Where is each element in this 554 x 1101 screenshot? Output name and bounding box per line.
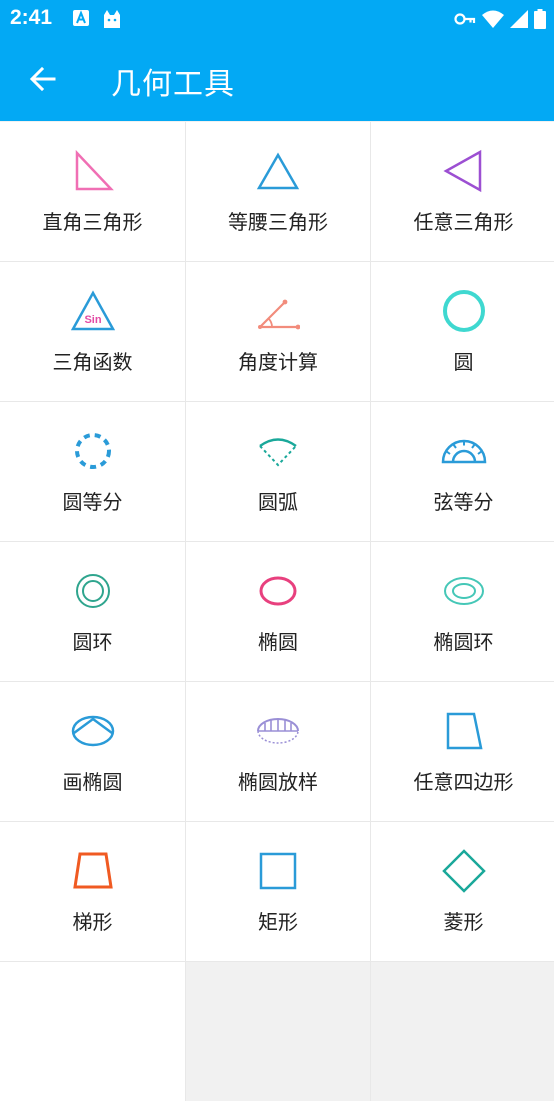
tool-label: 任意三角形 [413,210,514,234]
wifi-icon [482,10,504,28]
tool-angle-calculation[interactable]: 角度计算 [186,262,370,401]
sin-icon-text: Sin [84,314,101,326]
square-icon [259,852,297,890]
tool-label: 弦等分 [433,490,494,514]
tool-rectangle[interactable]: 矩形 [186,822,370,961]
sin-triangle-icon: Sin [70,290,115,331]
ring-icon [75,574,110,608]
grid-filler [371,962,554,1101]
tool-trapezoid[interactable]: 梯形 [0,822,185,961]
tool-isosceles-triangle[interactable]: 等腰三角形 [186,122,370,261]
angle-icon [258,299,300,330]
rhombus-icon [441,849,486,893]
tool-arbitrary-triangle[interactable]: 任意三角形 [371,122,554,261]
tool-arc[interactable]: 圆弧 [186,402,370,541]
status-time: 2:41 [10,6,53,29]
tool-ellipse[interactable]: 椭圆 [186,542,370,681]
tool-annulus[interactable]: 圆环 [0,542,185,681]
tool-label: 矩形 [258,910,298,934]
tool-label: 角度计算 [238,350,318,374]
tool-chord-division[interactable]: 弦等分 [371,402,554,541]
page-title: 几何工具 [111,67,235,102]
protractor-icon [441,439,486,464]
isosceles-triangle-icon [256,152,300,190]
tool-circle[interactable]: 圆 [371,262,554,401]
ellipse-ring-icon [443,577,484,605]
tool-label: 菱形 [443,910,484,934]
vpn-key-icon [454,13,476,25]
tool-label: 三角函数 [52,350,133,374]
tool-label: 圆环 [72,630,113,654]
tool-label: 圆 [453,350,474,374]
cat-notification-icon [104,10,120,28]
tool-trig-functions[interactable]: Sin 三角函数 [0,262,185,401]
ellipse-icon [259,576,297,606]
draw-ellipse-icon [71,715,114,747]
status-left-icons [72,9,122,29]
tool-label: 直角三角形 [42,210,143,234]
grid-filler [186,962,370,1101]
cellular-icon [510,10,528,28]
tool-label: 任意四边形 [413,770,514,794]
tool-circle-division[interactable]: 圆等分 [0,402,185,541]
tool-right-triangle[interactable]: 直角三角形 [0,122,185,261]
quadrilateral-icon [446,712,483,750]
tool-label: 圆等分 [62,490,123,514]
tool-grid: 直角三角形 等腰三角形 任意三角形 Sin 三角函数 角度计算 圆 圆等分 圆弧… [0,122,554,1101]
dashed-circle-icon [74,433,111,469]
tool-label: 椭圆环 [433,630,494,654]
tool-elliptical-ring[interactable]: 椭圆环 [371,542,554,681]
arbitrary-triangle-icon [442,149,481,193]
arrow-left-icon[interactable] [26,62,60,96]
status-bar: 2:41 [0,0,554,38]
tool-label: 椭圆 [258,630,298,654]
tool-arbitrary-quadrilateral[interactable]: 任意四边形 [371,682,554,821]
tool-label: 圆弧 [258,490,298,514]
tool-rhombus[interactable]: 菱形 [371,822,554,961]
status-right-icons [454,9,546,29]
tool-label: 等腰三角形 [228,210,328,234]
tool-ellipse-lofting[interactable]: 椭圆放样 [186,682,370,821]
battery-icon [534,9,546,29]
partial-tool-cell [0,962,185,1101]
ellipse-lofting-icon [257,718,299,744]
tool-draw-ellipse[interactable]: 画椭圆 [0,682,185,821]
arc-sector-icon [259,438,297,467]
tool-label: 梯形 [72,910,113,934]
circle-icon [442,290,485,332]
app-bar: 几何工具 [0,38,554,121]
tool-label: 椭圆放样 [238,770,318,794]
a-notification-icon [73,10,89,26]
trapezoid-icon [72,852,113,889]
right-triangle-icon [75,149,114,191]
tool-label: 画椭圆 [62,770,123,794]
